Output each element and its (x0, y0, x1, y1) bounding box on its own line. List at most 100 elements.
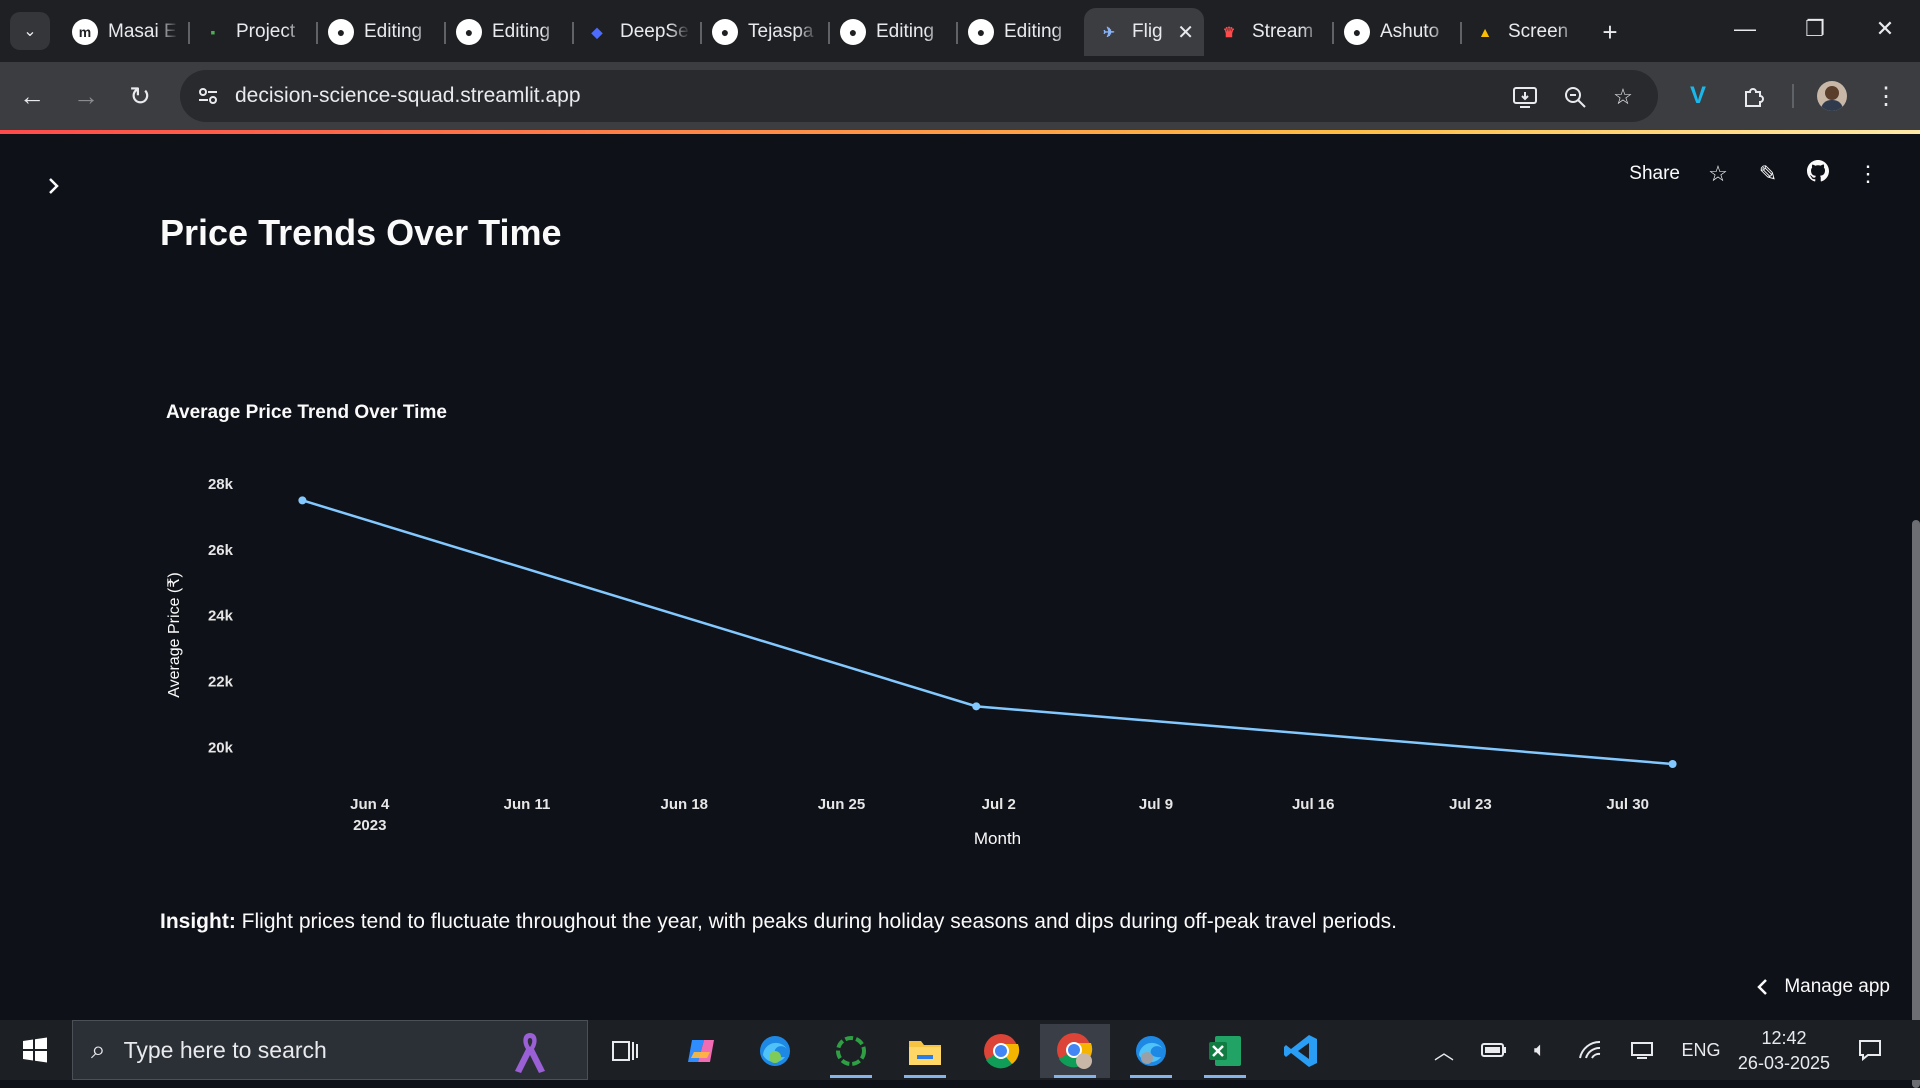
site-info-icon[interactable] (194, 82, 222, 110)
reload-button[interactable]: ↻ (120, 76, 160, 116)
browser-tab[interactable]: ♛ Stream (1204, 8, 1332, 56)
browser-tab[interactable]: ● Ashuto (1332, 8, 1460, 56)
x-tick-label: Jul 16 (1292, 796, 1335, 813)
taskbar-chrome[interactable] (966, 1024, 1036, 1078)
url-text: decision-science-squad.streamlit.app (235, 84, 581, 107)
series-group (298, 496, 1677, 768)
browser-tab[interactable]: m Masai E (60, 8, 188, 56)
awareness-ribbon-icon (515, 1033, 545, 1073)
data-point[interactable] (1668, 760, 1677, 768)
extensions-icon[interactable] (1734, 76, 1774, 116)
language-indicator[interactable]: ENG (1676, 1020, 1726, 1080)
show-hidden-icons-button[interactable]: ︿ (1424, 1020, 1464, 1080)
excel-icon (1209, 1036, 1241, 1066)
star-icon[interactable]: ☆ (1706, 161, 1730, 187)
data-point[interactable] (972, 702, 981, 711)
taskbar-search[interactable]: ⌕ Type here to search (72, 1020, 588, 1080)
back-button[interactable]: ← (12, 76, 52, 116)
tab-title: Flig (1132, 21, 1163, 42)
new-tab-button[interactable]: + (1588, 8, 1632, 56)
vimeo-extension-icon[interactable]: V (1678, 76, 1718, 116)
tab-title: Editing (364, 21, 423, 42)
bookmark-star-icon[interactable]: ☆ (1608, 82, 1638, 112)
tab-title: DeepSe (620, 21, 689, 42)
sidebar-expand-button[interactable] (44, 172, 64, 203)
forward-arrow-icon: → (73, 80, 99, 111)
y-tick-label: 24k (208, 608, 234, 625)
github-icon: ● (456, 19, 482, 45)
profile-avatar[interactable] (1812, 76, 1852, 116)
insight-text: Insight: Flight prices tend to fluctuate… (160, 910, 1397, 934)
x-tick-label: Jun 4 (350, 796, 390, 813)
address-bar[interactable]: decision-science-squad.streamlit.app ☆ (180, 70, 1658, 122)
browser-tab[interactable]: ▲ Screen (1460, 8, 1588, 56)
display-icon[interactable] (1620, 1020, 1664, 1080)
taskbar-clock[interactable]: 12:42 26-03-2025 (1738, 1026, 1830, 1076)
task-view-icon (612, 1041, 638, 1061)
app-menu-icon[interactable]: ⋮ (1856, 161, 1880, 187)
notifications-button[interactable] (1848, 1020, 1892, 1080)
browser-tab[interactable]: ● Editing (828, 8, 956, 56)
tab-title: Project (236, 21, 296, 42)
x-tick-label: Jul 2 (982, 796, 1016, 813)
taskbar-app-circle[interactable] (816, 1024, 886, 1078)
github-icon: ● (328, 19, 354, 45)
chevron-right-icon (49, 178, 59, 194)
battery-icon[interactable] (1474, 1020, 1514, 1080)
project-icon: ▪ (210, 24, 216, 40)
browser-menu-icon[interactable]: ⋮ (1866, 76, 1906, 116)
tab-search-button[interactable]: ⌄ (10, 12, 50, 50)
browser-tab[interactable]: ▪ Project (188, 8, 316, 56)
taskbar-search-placeholder: Type here to search (123, 1036, 327, 1063)
share-button[interactable]: Share (1629, 163, 1680, 185)
zoom-icon[interactable] (1560, 82, 1590, 112)
taskbar-edge-profile[interactable] (740, 1024, 810, 1078)
browser-tab[interactable]: ◆ DeepSe (572, 8, 700, 56)
restore-button[interactable]: ❐ (1780, 0, 1850, 58)
x-tick-label: Jun 11 (504, 796, 551, 813)
taskbar-file-explorer[interactable] (890, 1024, 960, 1078)
volume-icon[interactable]: 🔈︎ (1520, 1020, 1560, 1080)
tab-close-icon[interactable]: ✕ (1177, 20, 1194, 45)
toolbar-divider (1792, 84, 1794, 108)
install-app-icon[interactable] (1510, 82, 1540, 112)
windows-logo-icon (23, 1037, 47, 1063)
chevron-up-icon: ︿ (1434, 1041, 1454, 1064)
manage-app-button[interactable]: Manage app (1756, 976, 1890, 998)
close-window-button[interactable]: ✕ (1850, 0, 1920, 58)
chrome-profile-icon (1057, 1033, 1093, 1069)
x-tick-label: Jun 18 (660, 796, 708, 813)
taskbar-copilot[interactable] (666, 1024, 736, 1078)
forward-button[interactable]: → (66, 76, 106, 116)
browser-tab[interactable]: ● Tejaspa (700, 8, 828, 56)
browser-toolbar: ← → ↻ decision-science-squad.streamlit.a… (0, 62, 1920, 130)
task-view-button[interactable] (590, 1024, 660, 1078)
price-trend-chart: Average Price Trend Over Time Average Pr… (166, 402, 1677, 848)
taskbar-chrome-profile-active[interactable] (1040, 1024, 1110, 1078)
tab-title: Screen (1508, 21, 1569, 42)
taskbar-excel[interactable] (1190, 1024, 1260, 1078)
start-button[interactable] (0, 1020, 70, 1080)
browser-tab[interactable]: ● Editing (444, 8, 572, 56)
tab-title: Stream (1252, 21, 1314, 42)
streamlit-app: Share ☆ ✎ ⋮ Price Trends Over Time Avera… (0, 134, 1920, 1088)
github-icon[interactable] (1806, 160, 1830, 188)
tab-list: m Masai E ▪ Project ● Editing ● Editing ◆ DeepSe ●… (60, 8, 1632, 56)
taskbar-vscode[interactable] (1266, 1024, 1336, 1078)
data-point[interactable] (298, 496, 307, 505)
wifi-icon[interactable] (1568, 1020, 1612, 1080)
edit-pencil-icon[interactable]: ✎ (1756, 161, 1780, 187)
minimize-button[interactable]: — (1710, 0, 1780, 58)
y-axis-ticks: 20k 22k 24k 26k 28k (208, 476, 234, 757)
browser-tab[interactable]: ● Editing (316, 8, 444, 56)
y-tick-label: 26k (208, 542, 234, 559)
page-scrollbar[interactable] (1912, 520, 1920, 1088)
tab-title: Editing (492, 21, 551, 42)
manage-app-label: Manage app (1784, 976, 1890, 997)
browser-tab[interactable]: ● Editing (956, 8, 1084, 56)
browser-tab[interactable]: ✈ Flig ✕ (1084, 8, 1204, 56)
avatar-image (1817, 81, 1847, 111)
x-tick-label: Jul 30 (1606, 796, 1649, 813)
taskbar-edge[interactable] (1116, 1024, 1186, 1078)
edge-icon (760, 1036, 790, 1066)
